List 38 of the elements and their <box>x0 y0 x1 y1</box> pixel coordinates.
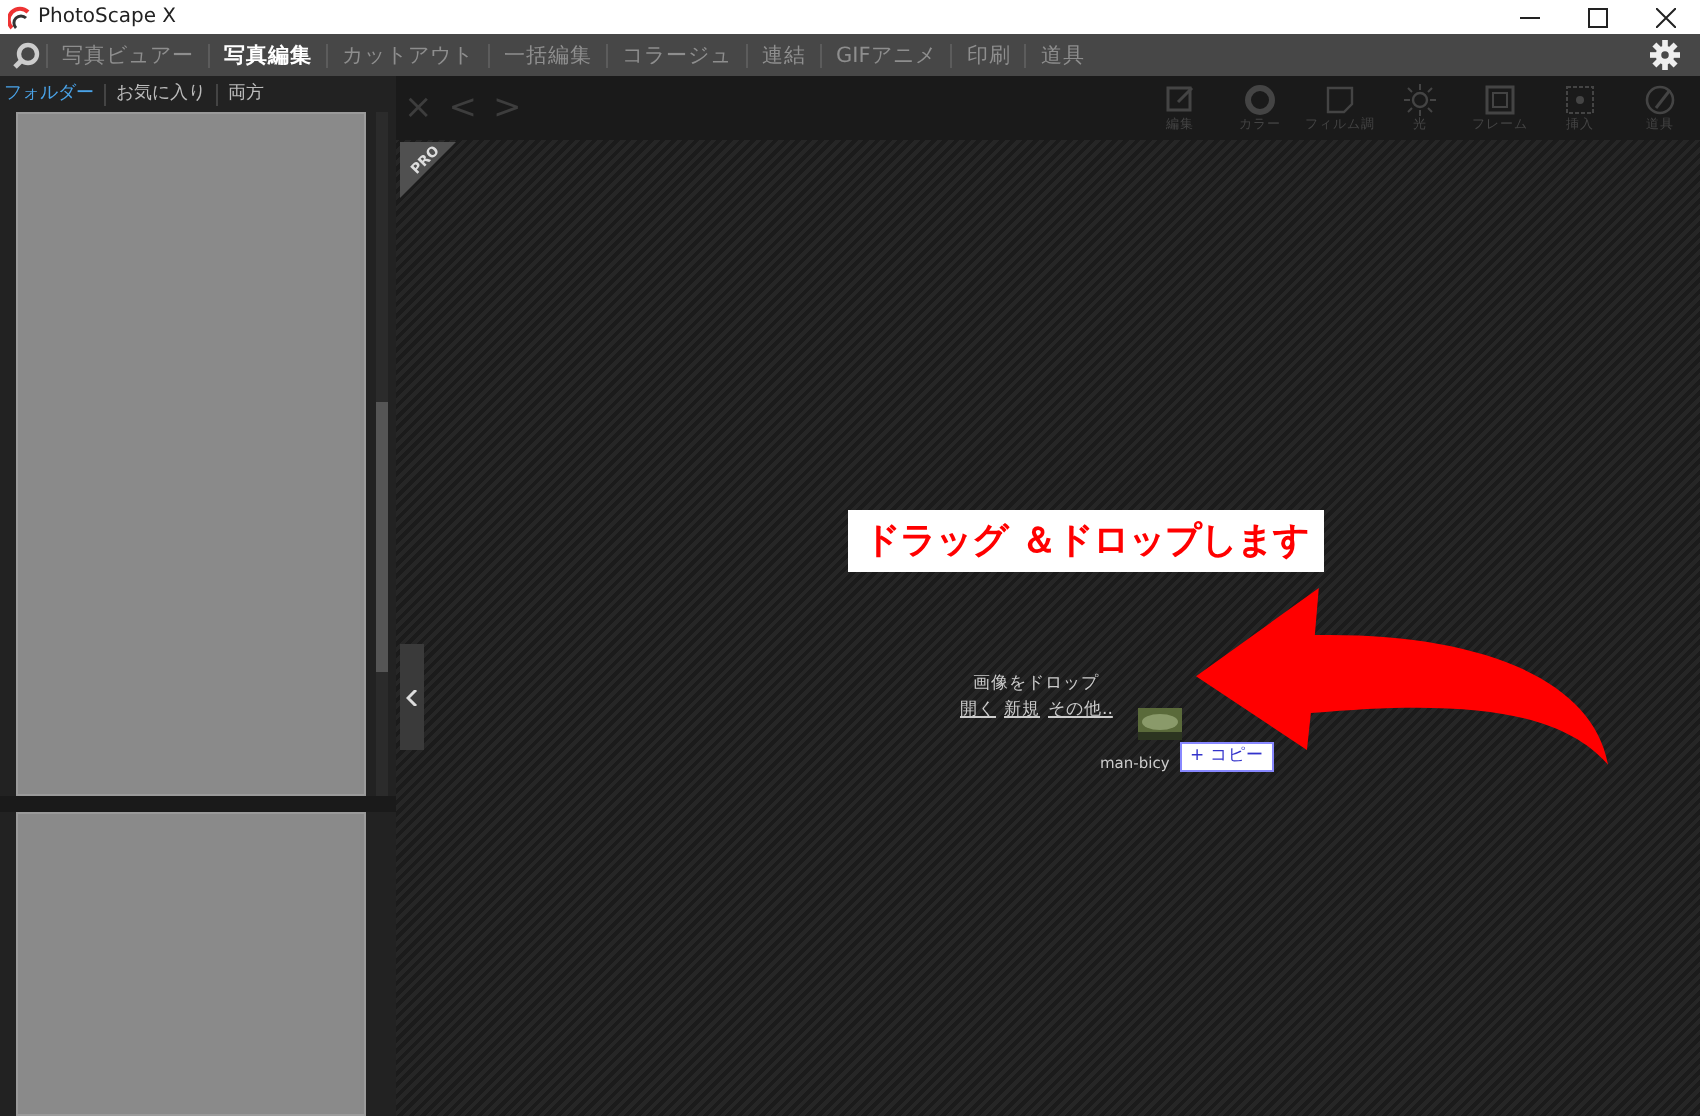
menu-tab[interactable]: GIFアニメ <box>820 43 951 67</box>
menu-tab[interactable]: 印刷 <box>950 43 1025 67</box>
film-icon <box>1324 84 1356 116</box>
sun-icon <box>1404 84 1436 116</box>
menu-tab[interactable]: 連結 <box>746 43 820 67</box>
drop-prompt: 画像をドロップ <box>971 672 1102 698</box>
link[interactable]: 新規 <box>1004 699 1040 720</box>
next-button[interactable]: > <box>485 91 530 125</box>
app-logo-icon <box>8 5 32 29</box>
star-box-icon <box>1564 84 1596 116</box>
maximize-icon <box>1588 7 1608 27</box>
search-icon[interactable] <box>12 41 40 69</box>
window-title: PhotoScape X <box>38 4 177 32</box>
menu-tab[interactable]: カットアウト <box>326 43 488 67</box>
ring-icon <box>1244 84 1276 116</box>
panel-tab[interactable]: お気に入り <box>104 83 216 106</box>
frame-icon <box>1484 84 1516 116</box>
collapse-button[interactable] <box>400 644 424 750</box>
panel-tab[interactable]: フォルダー <box>4 83 104 106</box>
settings-icon[interactable] <box>1650 40 1680 70</box>
menu-tab[interactable]: 一括編集 <box>488 43 606 67</box>
chevron-left-icon <box>406 689 418 705</box>
menu-tab[interactable]: 写真編集 <box>208 43 326 67</box>
scrollbar[interactable] <box>376 112 388 797</box>
menu-tab[interactable]: 写真ビュアー <box>46 43 208 67</box>
menu-tab[interactable]: コラージュ <box>606 43 746 67</box>
link[interactable]: 開く <box>960 699 996 720</box>
menu-tab[interactable]: 道具 <box>1024 43 1099 67</box>
edit-icon <box>1164 84 1196 116</box>
palette-icon <box>1644 84 1676 116</box>
image-thumbnail <box>1138 708 1182 740</box>
close-icon <box>1656 7 1676 27</box>
close-button[interactable]: × <box>396 91 441 125</box>
previous-button[interactable]: < <box>440 91 485 125</box>
link[interactable]: その他.. <box>1048 699 1113 720</box>
callout-text: ドラッグ ＆ドロップします <box>848 510 1325 572</box>
copy-tooltip: + コピー <box>1180 742 1274 772</box>
panel-tab[interactable]: 両方 <box>216 83 274 106</box>
